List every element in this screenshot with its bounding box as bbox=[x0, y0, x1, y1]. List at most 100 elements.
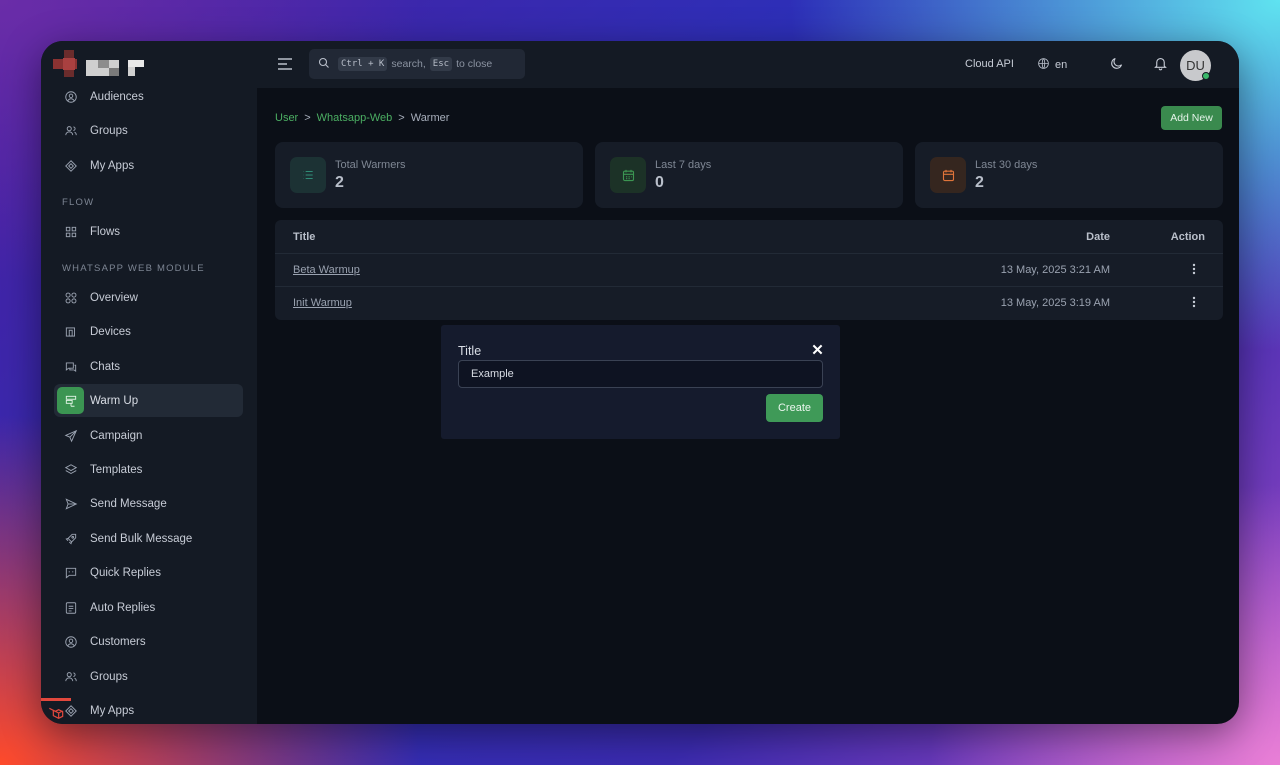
language-label: en bbox=[1055, 59, 1068, 71]
sidebar-item-label: Send Message bbox=[90, 497, 167, 510]
search-icon bbox=[318, 57, 330, 72]
sidebar-item-devices[interactable]: Devices bbox=[54, 315, 243, 348]
stat-value: 2 bbox=[975, 174, 984, 191]
create-button[interactable]: Create bbox=[766, 394, 823, 422]
table-row: Beta Warmup 13 May, 2025 3:21 AM bbox=[275, 254, 1223, 287]
user-circle-icon bbox=[57, 628, 84, 655]
sidebar-item-my-apps[interactable]: My Apps bbox=[54, 149, 243, 182]
sidebar-item-auto-replies[interactable]: Auto Replies bbox=[54, 591, 243, 624]
sidebar-item-label: Chats bbox=[90, 360, 121, 373]
sidebar-item-flows[interactable]: Flows bbox=[54, 215, 243, 248]
paper-plane-icon bbox=[57, 490, 84, 517]
kebab-menu-icon[interactable] bbox=[1192, 296, 1196, 311]
breadcrumb-separator: > bbox=[398, 112, 405, 124]
sidebar-item-groups-2[interactable]: Groups bbox=[54, 660, 243, 693]
message-square-icon bbox=[57, 559, 84, 586]
breadcrumb-separator: > bbox=[304, 112, 311, 124]
stat-card-last-7-days: Last 7 days 0 bbox=[595, 142, 903, 208]
breadcrumb-whatsapp-web[interactable]: Whatsapp-Web bbox=[317, 112, 393, 124]
section-flow: FLOW bbox=[62, 197, 95, 208]
menu-toggle-icon[interactable] bbox=[277, 57, 293, 71]
sidebar-item-label: Groups bbox=[90, 124, 128, 137]
sidebar: Audiences Groups My Apps FLOW Flows WHAT… bbox=[41, 41, 257, 724]
calendar-icon bbox=[610, 157, 646, 193]
row-date: 13 May, 2025 3:21 AM bbox=[1000, 264, 1110, 276]
sidebar-item-groups[interactable]: Groups bbox=[54, 114, 243, 147]
row-title-link[interactable]: Init Warmup bbox=[293, 297, 352, 309]
language-selector[interactable]: en bbox=[1037, 57, 1067, 73]
sidebar-item-label: Flows bbox=[90, 225, 121, 238]
sidebar-item-label: Audiences bbox=[90, 90, 144, 103]
search-bar[interactable]: Ctrl + K search, Esc to close bbox=[309, 49, 525, 79]
column-title: Title bbox=[293, 231, 316, 243]
sidebar-item-templates[interactable]: Templates bbox=[54, 453, 243, 486]
sidebar-item-label: Overview bbox=[90, 291, 138, 304]
users-icon bbox=[57, 117, 84, 144]
add-new-button[interactable]: Add New bbox=[1161, 106, 1222, 130]
globe-icon bbox=[1037, 57, 1050, 73]
sidebar-item-label: Customers bbox=[90, 635, 146, 648]
stat-card-last-30-days: Last 30 days 2 bbox=[915, 142, 1223, 208]
sidebar-item-label: My Apps bbox=[90, 704, 135, 717]
app-logo[interactable] bbox=[53, 50, 163, 78]
cloud-api-link[interactable]: Cloud API bbox=[965, 58, 1014, 70]
sidebar-item-label: Quick Replies bbox=[90, 566, 161, 579]
overview-icon bbox=[57, 284, 84, 311]
row-title-link[interactable]: Beta Warmup bbox=[293, 264, 360, 276]
search-hint-text-2: to close bbox=[456, 58, 493, 70]
close-icon[interactable] bbox=[812, 342, 823, 360]
sidebar-item-label: Templates bbox=[90, 463, 143, 476]
warmers-table: Title Date Action Beta Warmup 13 May, 20… bbox=[275, 220, 1223, 320]
file-text-icon bbox=[57, 594, 84, 621]
sidebar-item-label: Auto Replies bbox=[90, 601, 156, 614]
calendar-icon bbox=[930, 157, 966, 193]
row-date: 13 May, 2025 3:19 AM bbox=[1000, 297, 1110, 309]
stat-label: Last 7 days bbox=[655, 159, 712, 171]
sidebar-item-label: Send Bulk Message bbox=[90, 532, 193, 545]
stat-label: Total Warmers bbox=[335, 159, 406, 171]
bell-icon[interactable] bbox=[1153, 56, 1168, 76]
online-status-dot bbox=[1202, 72, 1210, 80]
rocket-icon bbox=[57, 525, 84, 552]
warmup-icon bbox=[57, 387, 84, 414]
sidebar-item-warm-up[interactable]: Warm Up bbox=[54, 384, 243, 417]
sidebar-item-chats[interactable]: Chats bbox=[54, 350, 243, 383]
column-date: Date bbox=[1086, 231, 1110, 243]
devices-icon bbox=[57, 318, 84, 345]
title-field-label: Title bbox=[458, 344, 482, 358]
sidebar-item-label: Groups bbox=[90, 670, 128, 683]
sidebar-item-customers[interactable]: Customers bbox=[54, 625, 243, 658]
shortcut-ctrl-k: Ctrl + K bbox=[338, 57, 388, 71]
sidebar-item-label: Devices bbox=[90, 325, 131, 338]
section-whatsapp-web-module: WHATSAPP WEB MODULE bbox=[62, 263, 205, 274]
sidebar-item-send-message[interactable]: Send Message bbox=[54, 487, 243, 520]
sidebar-item-label: My Apps bbox=[90, 159, 135, 172]
sidebar-item-send-bulk-message[interactable]: Send Bulk Message bbox=[54, 522, 243, 555]
layers-icon bbox=[57, 456, 84, 483]
table-row: Init Warmup 13 May, 2025 3:19 AM bbox=[275, 287, 1223, 320]
table-header: Title Date Action bbox=[275, 220, 1223, 254]
kebab-menu-icon[interactable] bbox=[1192, 263, 1196, 278]
user-circle-icon bbox=[57, 83, 84, 110]
apps-icon bbox=[57, 152, 84, 179]
sidebar-item-overview[interactable]: Overview bbox=[54, 281, 243, 314]
search-hint-text: search, bbox=[391, 58, 426, 70]
sidebar-item-audiences[interactable]: Audiences bbox=[54, 80, 243, 113]
sidebar-item-campaign[interactable]: Campaign bbox=[54, 419, 243, 452]
breadcrumb-current: Warmer bbox=[410, 112, 450, 124]
moon-icon[interactable] bbox=[1109, 56, 1124, 76]
sidebar-item-quick-replies[interactable]: Quick Replies bbox=[54, 556, 243, 589]
column-action: Action bbox=[1170, 231, 1205, 243]
avatar[interactable]: DU bbox=[1180, 50, 1211, 81]
stat-card-total: Total Warmers 2 bbox=[275, 142, 583, 208]
sidebar-item-my-apps-2[interactable]: My Apps bbox=[54, 694, 243, 724]
laravel-logo-icon[interactable] bbox=[41, 698, 71, 724]
breadcrumb-user[interactable]: User bbox=[275, 112, 298, 124]
title-input[interactable] bbox=[458, 360, 823, 388]
users-icon bbox=[57, 663, 84, 690]
list-icon bbox=[290, 157, 326, 193]
app-window: Audiences Groups My Apps FLOW Flows WHAT… bbox=[41, 41, 1239, 724]
stat-value: 0 bbox=[655, 174, 664, 191]
stat-label: Last 30 days bbox=[975, 159, 1038, 171]
send-icon bbox=[57, 422, 84, 449]
